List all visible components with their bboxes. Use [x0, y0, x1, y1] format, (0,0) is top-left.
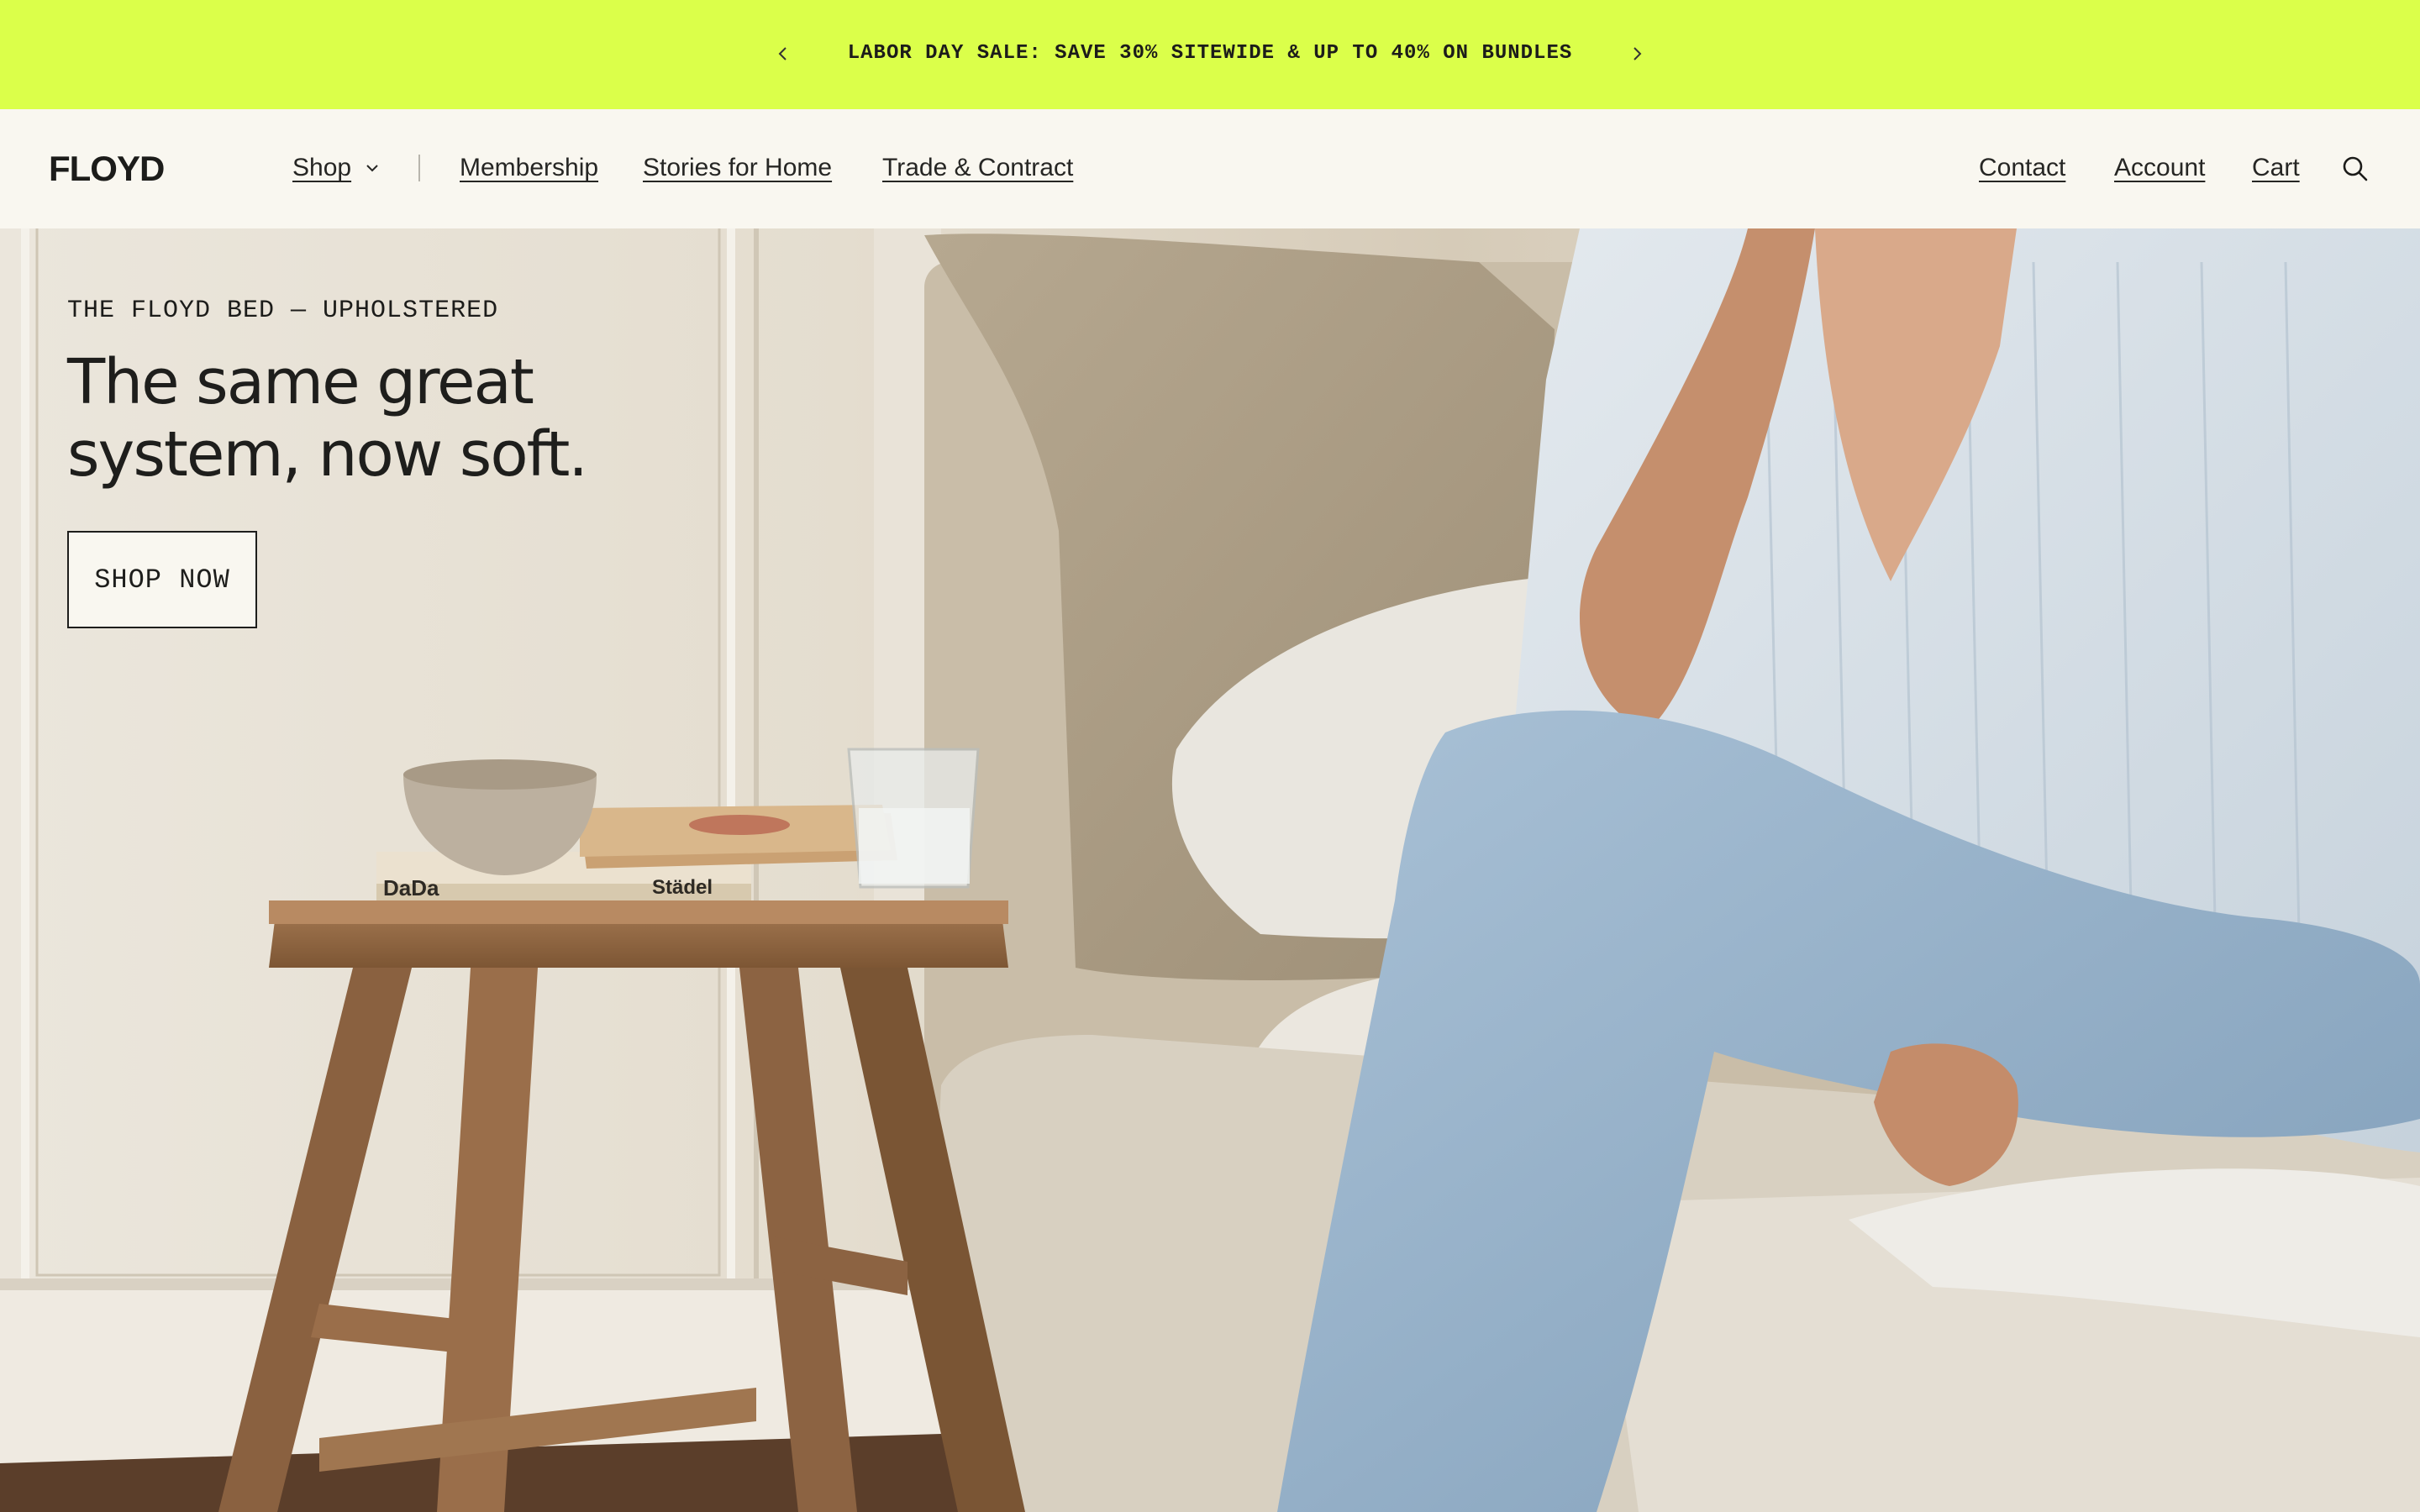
announcement-bar: LABOR DAY SALE: SAVE 30% SITEWIDE & UP T…: [0, 0, 2420, 109]
nav-trade-contract[interactable]: Trade & Contract: [882, 151, 1073, 185]
nav-account[interactable]: Account: [2114, 151, 2205, 185]
nav-cart[interactable]: Cart: [2252, 151, 2300, 185]
chevron-down-icon: [363, 159, 381, 177]
hero-headline-line-2: system, now soft.: [67, 418, 588, 491]
announcement-next-button[interactable]: [1623, 40, 1650, 67]
site-header: FLOYD Shop Membership Stories for Home T…: [0, 109, 2420, 228]
hero-section: DaDa Städel THE FLOYD BED — UPHOLSTERED …: [0, 228, 2420, 1512]
search-button[interactable]: [2341, 155, 2370, 183]
hero-headline-line-1: The same great: [67, 346, 534, 418]
nav-shop-label: Shop: [292, 154, 352, 181]
nav-shop[interactable]: Shop: [292, 151, 381, 185]
book-label-stadel: Städel: [652, 876, 713, 899]
hero-headline: The same great system, now soft.: [67, 346, 706, 491]
chevron-right-icon: [1634, 47, 1642, 60]
announcement-message[interactable]: LABOR DAY SALE: SAVE 30% SITEWIDE & UP T…: [0, 39, 2420, 69]
nav-membership[interactable]: Membership: [460, 151, 598, 185]
hero-eyebrow: THE FLOYD BED — UPHOLSTERED: [67, 297, 499, 325]
nav-contact[interactable]: Contact: [1979, 151, 2065, 185]
book-label-dada: DaDa: [383, 875, 439, 900]
shop-now-button[interactable]: SHOP NOW: [67, 531, 257, 628]
nav-stories-for-home[interactable]: Stories for Home: [643, 151, 832, 185]
logo[interactable]: FLOYD: [49, 150, 165, 188]
search-icon: [2343, 156, 2368, 181]
nav-divider: [418, 155, 420, 181]
